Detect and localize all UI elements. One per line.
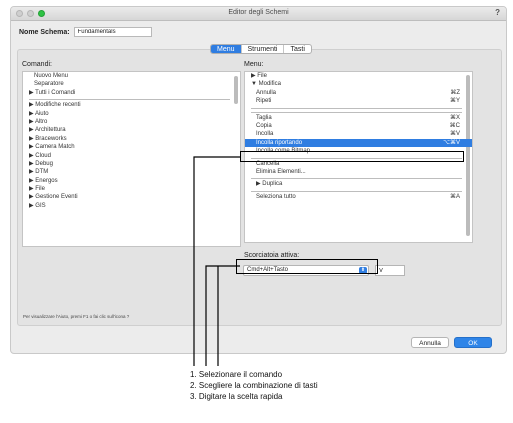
commands-item[interactable]: ▶ Braceworks <box>23 135 240 143</box>
commands-item-label: ▶ GIS <box>29 202 46 209</box>
commands-item[interactable]: ▶ File <box>23 185 240 193</box>
step-1: 1. Selezionare il comando <box>190 370 283 379</box>
step-3: 3. Digitare la scelta rapida <box>190 392 283 401</box>
commands-item[interactable]: ▶ Cloud <box>23 152 240 160</box>
menu-item-shortcut: ⌘C <box>449 122 460 129</box>
menu-item[interactable]: Incolla ⌘V <box>245 130 472 138</box>
menu-item-label: Ripeti <box>256 98 272 105</box>
menu-item-label: Seleziona tutto <box>256 193 296 200</box>
commands-item[interactable]: ▶ Architettura <box>23 126 240 134</box>
menu-item-label: Copia <box>256 122 272 129</box>
tab-menu[interactable]: Menu <box>211 45 241 53</box>
menu-item-label: Elimina Elementi... <box>256 168 306 175</box>
menu-item[interactable]: Copia ⌘C <box>245 122 472 130</box>
menu-item[interactable]: Annulla ⌘Z <box>245 89 472 97</box>
help-icon[interactable]: ? <box>495 8 500 17</box>
commands-item-label: ▶ Camera Match <box>29 144 75 151</box>
menu-item-shortcut: ⌥⌘V <box>443 139 460 146</box>
commands-item[interactable]: ▶ Debug <box>23 160 240 168</box>
window-title: Editor degli Schemi <box>228 9 289 16</box>
commands-item-label: ▶ Tutti i Comandi <box>29 89 76 96</box>
commands-list[interactable]: Nuovo Menu Separatore ▶ Tutti i Comandi ▶ M… <box>22 71 241 247</box>
commands-item[interactable]: Separatore <box>23 80 240 88</box>
shortcut-key-input[interactable] <box>375 265 405 276</box>
menu-item-shortcut: ⌘A <box>449 193 460 200</box>
menu-item-label: Incolla <box>256 131 274 138</box>
commands-item[interactable]: Nuovo Menu <box>23 72 240 80</box>
menu-item-label: Taglia <box>256 114 272 121</box>
tab-bar: Menu Strumenti Tasti <box>210 44 312 54</box>
cancel-button[interactable]: Annulla <box>411 337 449 348</box>
commands-item[interactable]: ▶ Aiuto <box>23 110 240 118</box>
active-shortcut-label: Scorciatoia attiva: <box>244 252 300 259</box>
commands-label: Comandi: <box>22 61 52 68</box>
menu-item-label: Annulla <box>256 89 277 96</box>
commands-item-label: ▶ Gestione Eventi <box>29 194 78 201</box>
menu-item[interactable]: ▼ Modifica <box>245 80 472 88</box>
commands-item[interactable]: ▶ Altro <box>23 118 240 126</box>
step-2: 2. Scegliere la combinazione di tasti <box>190 381 318 390</box>
callout-box-shortcut <box>236 259 378 274</box>
schema-name-input[interactable] <box>73 27 152 37</box>
commands-item-label: ▶ Architettura <box>29 127 66 134</box>
commands-item[interactable]: ▶ GIS <box>23 202 240 210</box>
menu-item[interactable]: ▶ File <box>245 72 472 80</box>
commands-item-label: Separatore <box>34 81 64 88</box>
menu-item-label: Incolla riportando <box>256 139 303 146</box>
menu-panel: Comandi: Menu: Nuovo Menu Separatore ▶ Tut… <box>17 49 502 326</box>
schema-name-label: Nome Schema: <box>19 28 70 36</box>
menu-item[interactable]: Ripeti ⌘Y <box>245 97 472 105</box>
instruction-steps: 1. Selezionare il comando 2. Scegliere l… <box>190 369 318 402</box>
menu-item-label: ▼ Modifica <box>251 81 281 88</box>
schema-name-row: Nome Schema: <box>19 27 152 37</box>
menu-label: Menu: <box>244 61 264 68</box>
tab-tools[interactable]: Strumenti <box>240 45 284 53</box>
ok-button[interactable]: OK <box>454 337 492 348</box>
commands-item[interactable]: ▶ DTM <box>23 168 240 176</box>
commands-item[interactable]: ▶ Modifiche recenti <box>23 101 240 109</box>
commands-item-label: ▶ Cloud <box>29 152 51 159</box>
menu-item-shortcut: ⌘Y <box>449 98 460 105</box>
commands-item-label: ▶ Altro <box>29 118 48 125</box>
commands-item[interactable]: ▶ Tutti i Comandi <box>23 89 240 97</box>
commands-item-label: ▶ File <box>29 186 45 193</box>
help-hint: Per visualizzare l'Aiuto, premi F1 o fai… <box>23 314 130 319</box>
commands-item-label: ▶ Modifiche recenti <box>29 102 81 109</box>
scheme-editor-window: Editor degli Schemi ? Nome Schema: Menu … <box>10 6 507 354</box>
title-bar: Editor degli Schemi ? <box>11 7 506 21</box>
commands-item-label: ▶ Debug <box>29 160 53 167</box>
menu-item-label: ▶ File <box>251 73 267 79</box>
menu-item-shortcut: ⌘X <box>449 114 460 121</box>
commands-item[interactable]: ▶ Gestione Eventi <box>23 193 240 201</box>
tab-keys[interactable]: Tasti <box>283 45 310 53</box>
commands-item[interactable]: ▶ Energos <box>23 177 240 185</box>
menu-item-label: ▶ Duplica <box>256 181 283 188</box>
commands-item-label: ▶ Aiuto <box>29 110 49 117</box>
menu-item[interactable]: Taglia ⌘X <box>245 114 472 122</box>
commands-item-label: Nuovo Menu <box>34 73 69 79</box>
commands-item-label: ▶ Energos <box>29 177 58 184</box>
menu-item[interactable]: Incolla riportando ⌥⌘V <box>245 138 472 148</box>
menu-item[interactable]: Elimina Elementi... <box>245 168 472 176</box>
menu-item-shortcut: ⌘Z <box>450 89 460 96</box>
commands-item-label: ▶ DTM <box>29 169 49 176</box>
commands-item-label: ▶ Braceworks <box>29 135 67 142</box>
commands-item[interactable]: ▶ Camera Match <box>23 143 240 151</box>
menu-item[interactable]: ▶ Duplica <box>245 180 472 188</box>
menu-item[interactable]: Seleziona tutto ⌘A <box>245 193 472 201</box>
menu-item-shortcut: ⌘V <box>449 131 460 138</box>
callout-box-command <box>240 151 464 162</box>
